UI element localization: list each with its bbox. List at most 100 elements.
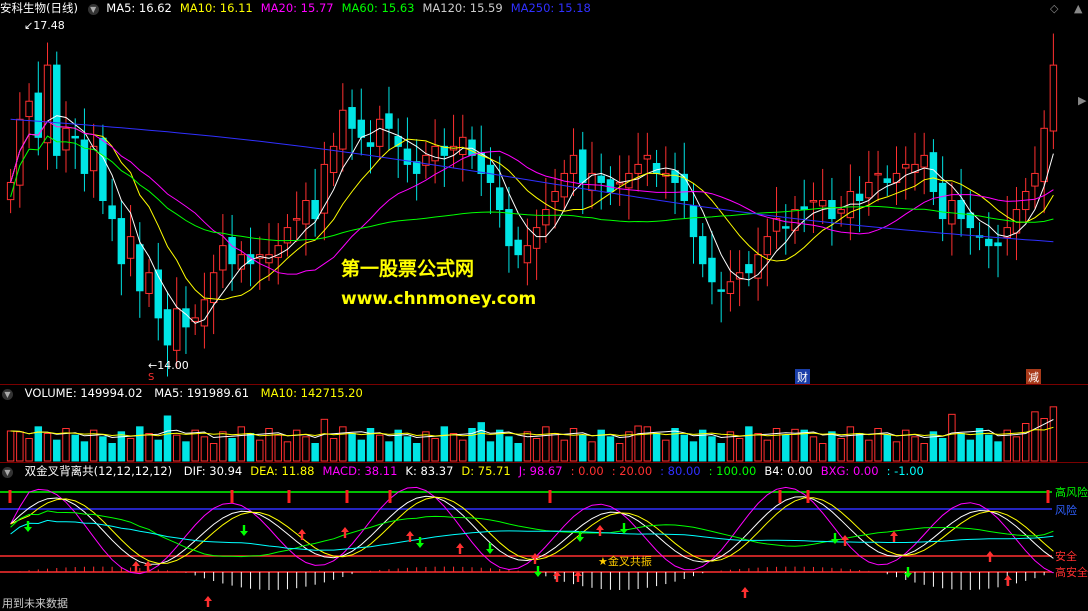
volume-bar[interactable] xyxy=(136,426,144,462)
volume-bar[interactable] xyxy=(182,441,190,462)
candle[interactable] xyxy=(828,177,836,246)
volume-bar[interactable] xyxy=(53,439,61,462)
candle[interactable] xyxy=(837,196,845,227)
finance-badge[interactable]: 财 xyxy=(795,369,810,385)
volume-bar[interactable] xyxy=(689,441,698,462)
candle[interactable] xyxy=(209,254,218,335)
candle[interactable] xyxy=(1003,196,1011,256)
volume-bar[interactable] xyxy=(634,425,642,462)
candle[interactable] xyxy=(477,125,485,196)
volume-bar[interactable] xyxy=(505,436,513,462)
volume-bar[interactable] xyxy=(99,436,107,462)
candle[interactable] xyxy=(920,132,928,195)
candle[interactable] xyxy=(394,118,402,178)
volume-bar[interactable] xyxy=(717,443,725,462)
candle[interactable] xyxy=(846,164,855,241)
candle[interactable] xyxy=(966,190,975,255)
volume-bar[interactable] xyxy=(329,438,338,462)
candle[interactable] xyxy=(265,223,273,281)
candle[interactable] xyxy=(339,83,347,172)
candle[interactable] xyxy=(569,128,578,196)
candle[interactable] xyxy=(514,226,522,269)
candle[interactable] xyxy=(108,178,116,242)
candle[interactable] xyxy=(376,105,384,160)
volume-bar[interactable] xyxy=(172,434,181,462)
volume-bar[interactable] xyxy=(828,431,836,462)
volume-bar[interactable] xyxy=(911,436,919,462)
candle[interactable] xyxy=(80,108,89,192)
volume-bar[interactable] xyxy=(735,438,744,462)
volume-bar[interactable] xyxy=(1012,436,1021,462)
volume-bar[interactable] xyxy=(809,436,818,462)
candle[interactable] xyxy=(172,277,181,369)
volume-bar[interactable] xyxy=(680,434,688,462)
volume-bar[interactable] xyxy=(560,439,569,462)
candle[interactable] xyxy=(117,200,126,296)
candle[interactable] xyxy=(505,186,513,273)
candle[interactable] xyxy=(43,42,52,170)
candle[interactable] xyxy=(717,271,725,323)
volume-bar[interactable] xyxy=(551,433,559,462)
volume-bar[interactable] xyxy=(16,431,24,462)
candle[interactable] xyxy=(1012,186,1021,261)
volume-bar[interactable] xyxy=(818,443,827,462)
candle[interactable] xyxy=(818,168,827,224)
candle[interactable] xyxy=(320,141,329,241)
candle[interactable] xyxy=(606,166,615,206)
candle[interactable] xyxy=(34,61,43,156)
volume-bar[interactable] xyxy=(209,443,218,462)
volume-bar[interactable] xyxy=(542,426,550,462)
volume-bar[interactable] xyxy=(459,439,467,462)
candle[interactable] xyxy=(957,168,965,237)
indicator-chart[interactable] xyxy=(0,463,1088,608)
candle[interactable] xyxy=(772,186,781,250)
candle[interactable] xyxy=(403,117,412,183)
volume-chart[interactable] xyxy=(0,385,1088,462)
volume-bar[interactable] xyxy=(514,443,522,462)
candle[interactable] xyxy=(62,101,70,173)
volume-bar[interactable] xyxy=(320,418,329,462)
volume-bar[interactable] xyxy=(579,434,587,462)
candle[interactable] xyxy=(1040,110,1048,214)
candle[interactable] xyxy=(449,114,458,169)
volume-bar[interactable] xyxy=(200,436,209,462)
candle[interactable] xyxy=(689,183,698,264)
indicator-pane[interactable]: ▼ 双金叉背离共(12,12,12,12) DIF: 30.94 DEA: 11.… xyxy=(0,463,1088,610)
volume-bar[interactable] xyxy=(615,443,624,462)
volume-bar[interactable] xyxy=(883,434,892,462)
candle[interactable] xyxy=(652,149,661,187)
volume-bar[interactable] xyxy=(256,439,264,462)
candle[interactable] xyxy=(671,152,679,215)
volume-bar[interactable] xyxy=(837,438,845,462)
candle[interactable] xyxy=(182,286,190,354)
price-pane[interactable]: 安科生物(日线) ▼ MA5: 16.62 MA10: 16.11 MA20: 15… xyxy=(0,0,1088,385)
candle[interactable] xyxy=(357,88,366,156)
candle[interactable] xyxy=(237,241,246,283)
candle[interactable] xyxy=(698,223,707,278)
volume-bar[interactable] xyxy=(348,433,356,462)
candle[interactable] xyxy=(948,182,956,256)
candle[interactable] xyxy=(579,131,587,215)
candle[interactable] xyxy=(625,155,633,220)
volume-bar[interactable] xyxy=(782,434,790,462)
volume-bar[interactable] xyxy=(80,441,89,462)
volume-bar[interactable] xyxy=(25,438,33,462)
candle[interactable] xyxy=(985,212,993,269)
volume-bar[interactable] xyxy=(966,439,975,462)
reduce-badge[interactable]: 减 xyxy=(1026,369,1041,385)
candle[interactable] xyxy=(329,132,338,187)
volume-bar[interactable] xyxy=(532,438,541,462)
volume-bar[interactable] xyxy=(948,413,956,462)
volume-bar[interactable] xyxy=(800,429,808,462)
volume-bar[interactable] xyxy=(431,438,439,462)
volume-bar[interactable] xyxy=(920,443,928,462)
volume-bar[interactable] xyxy=(283,441,292,462)
volume-bar[interactable] xyxy=(440,426,449,462)
volume-bar[interactable] xyxy=(846,426,855,462)
candle[interactable] xyxy=(154,242,162,341)
candle[interactable] xyxy=(200,272,209,349)
volume-pane[interactable]: ▼ VOLUME: 149994.02 MA5: 191989.61 MA10:… xyxy=(0,385,1088,462)
candle[interactable] xyxy=(219,214,227,289)
volume-bar[interactable] xyxy=(745,426,753,462)
volume-bar[interactable] xyxy=(662,439,670,462)
